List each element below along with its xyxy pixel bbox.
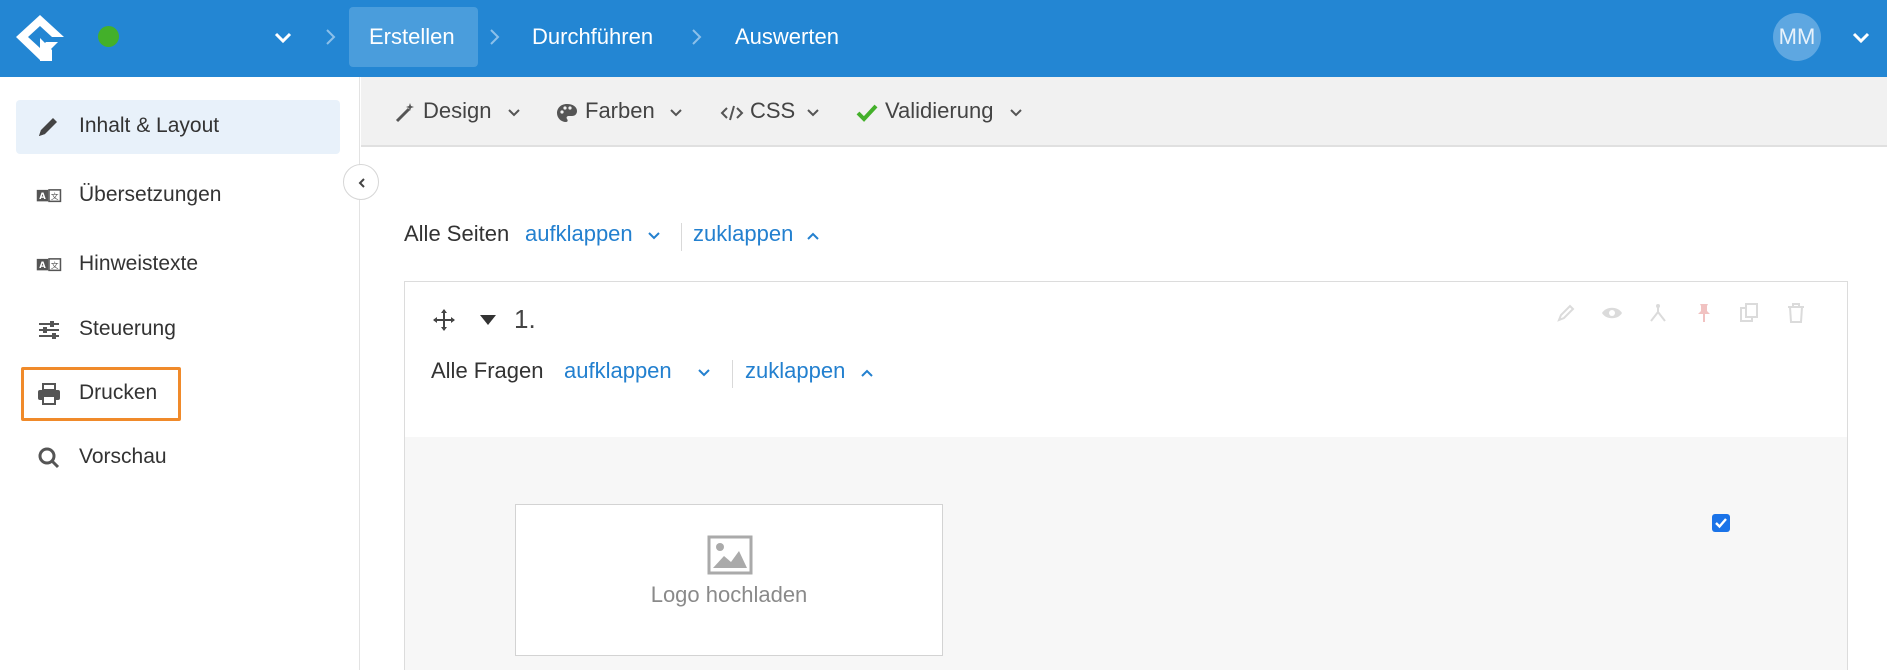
- toolbar-design-button[interactable]: Design: [393, 95, 533, 129]
- palette-icon: [557, 104, 577, 122]
- magic-wand-icon: [395, 103, 414, 123]
- page-content-area: Logo hochladen: [405, 437, 1847, 670]
- divider: [681, 223, 682, 251]
- breadcrumb-separator-icon: [326, 29, 336, 45]
- translate-icon: A 文: [36, 189, 62, 203]
- page-header: 1. Alle Fragen aufklappen zuklappen: [405, 282, 1847, 437]
- sidebar-item-uebersetzungen[interactable]: A 文 Übersetzungen: [16, 169, 340, 223]
- toolbar-item-label: Farben: [585, 98, 655, 123]
- sidebar-item-inhalt-layout[interactable]: Inhalt & Layout: [16, 100, 340, 154]
- questions-collapse-controls: Alle Fragen aufklappen zuklappen: [431, 358, 891, 388]
- search-icon: [38, 447, 60, 469]
- sidebar-collapse-button[interactable]: [343, 164, 379, 200]
- sidebar-item-label: Inhalt & Layout: [79, 114, 220, 137]
- top-navigation-bar: Erstellen Durchführen Auswerten MM: [0, 0, 1887, 77]
- chevron-up-icon[interactable]: [860, 366, 874, 380]
- drucken-highlight-frame: [21, 367, 181, 421]
- sidebar-item-label: Hinweistexte: [79, 252, 199, 275]
- sidebar-item-label: Steuerung: [79, 317, 176, 340]
- sidebar-item-label: Übersetzungen: [79, 183, 222, 206]
- svg-text:A: A: [39, 260, 46, 270]
- project-menu-chevron-icon[interactable]: [272, 26, 294, 48]
- image-icon: [707, 535, 753, 575]
- svg-text:文: 文: [51, 260, 59, 270]
- logo-visibility-checkbox[interactable]: [1712, 514, 1730, 532]
- caret-down-icon[interactable]: [479, 314, 497, 326]
- breadcrumb-durchfuehren[interactable]: Durchführen: [512, 7, 673, 67]
- sidebar-item-steuerung[interactable]: Steuerung: [16, 303, 340, 357]
- questions-controls-label: Alle Fragen: [431, 358, 544, 383]
- logo-upload-box[interactable]: Logo hochladen: [515, 504, 943, 656]
- pages-controls-label: Alle Seiten: [404, 221, 510, 246]
- chevron-up-icon[interactable]: [806, 229, 820, 243]
- translate-icon: A 文: [36, 258, 62, 272]
- breadcrumb-erstellen[interactable]: Erstellen: [349, 7, 478, 67]
- copy-icon[interactable]: [1738, 302, 1760, 324]
- app-logo-icon[interactable]: [12, 13, 68, 63]
- user-avatar[interactable]: MM: [1773, 13, 1821, 61]
- chevron-down-icon[interactable]: [647, 229, 661, 243]
- checkmark-icon: [1715, 518, 1727, 529]
- eye-icon[interactable]: [1601, 302, 1623, 324]
- pencil-icon: [39, 118, 57, 136]
- toolbar-css-button[interactable]: CSS: [720, 95, 830, 129]
- divider: [732, 360, 733, 388]
- chevron-down-icon: [1010, 109, 1022, 117]
- toolbar-item-label: CSS: [750, 98, 796, 123]
- breadcrumb-separator-icon: [692, 29, 702, 45]
- svg-text:文: 文: [51, 191, 59, 201]
- pin-icon[interactable]: [1693, 302, 1715, 324]
- expand-all-questions-link[interactable]: aufklappen: [564, 358, 672, 384]
- user-menu-chevron-icon[interactable]: [1850, 26, 1872, 48]
- chevron-down-icon: [670, 109, 682, 117]
- page-card: 1. Alle Fragen aufklappen zuklappen Logo…: [404, 281, 1848, 670]
- chevron-down-icon[interactable]: [697, 366, 711, 380]
- expand-all-pages-link[interactable]: aufklappen: [525, 221, 633, 247]
- sidebar-item-hinweistexte[interactable]: A 文 Hinweistexte: [16, 238, 340, 292]
- toolbar-validierung-button[interactable]: Validierung: [855, 95, 1035, 129]
- move-icon[interactable]: [432, 308, 456, 332]
- project-status-dot: [98, 26, 119, 47]
- toolbar-item-label: Design: [423, 98, 492, 123]
- branch-icon[interactable]: [1647, 302, 1669, 324]
- svg-text:A: A: [39, 191, 46, 201]
- collapse-all-questions-link[interactable]: zuklappen: [745, 358, 845, 384]
- chevron-down-icon: [508, 109, 520, 117]
- chevron-left-icon: [358, 178, 365, 188]
- breadcrumb-auswerten[interactable]: Auswerten: [715, 7, 859, 67]
- logo-upload-label: Logo hochladen: [650, 582, 808, 607]
- chevron-down-icon: [807, 109, 819, 117]
- code-icon: [720, 105, 744, 121]
- collapse-all-pages-link[interactable]: zuklappen: [693, 221, 793, 247]
- sidebar-item-label: Vorschau: [79, 445, 167, 468]
- design-toolbar: Design Farben CSS Validierung: [361, 77, 1887, 147]
- check-icon: [856, 104, 878, 122]
- sliders-icon: [39, 321, 59, 339]
- breadcrumb-separator-icon: [490, 29, 500, 45]
- toolbar-item-label: Validierung: [885, 98, 994, 123]
- page-number: 1.: [514, 304, 536, 334]
- toolbar-farben-button[interactable]: Farben: [555, 95, 695, 129]
- pages-collapse-controls: Alle Seiten aufklappen zuklappen: [404, 221, 844, 251]
- sidebar-item-vorschau[interactable]: Vorschau: [16, 431, 340, 485]
- trash-icon[interactable]: [1785, 302, 1807, 324]
- edit-icon[interactable]: [1555, 302, 1577, 324]
